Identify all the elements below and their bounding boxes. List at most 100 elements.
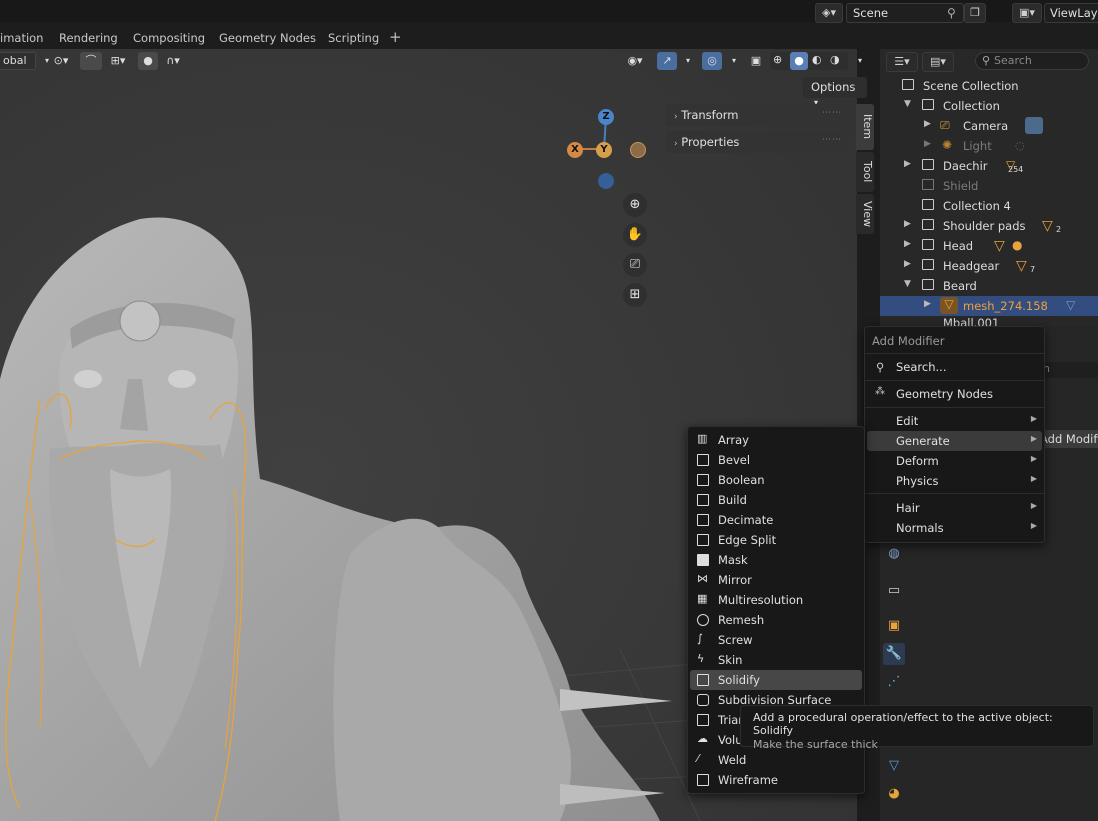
viewlayer-icon[interactable]: ▣▾ — [1012, 3, 1042, 23]
proportional-edit-icon[interactable]: ● — [138, 52, 158, 70]
camera-data-icon[interactable] — [1025, 117, 1043, 134]
options-dropdown[interactable]: Options ▾ — [803, 77, 867, 107]
outliner-row-shoulder-pads[interactable]: ▶ Shoulder pads ▽ 2 — [880, 216, 1098, 236]
particles-icon[interactable]: ⋰ — [883, 671, 905, 693]
chevron-right-icon[interactable]: ▶ — [924, 139, 931, 149]
overlays-icon[interactable]: ◎ — [702, 52, 722, 70]
transform-orientation-select[interactable]: obal — [0, 52, 36, 70]
outliner-row-headgear[interactable]: ▶ Headgear ▽ 7 — [880, 256, 1098, 276]
tab-compositing[interactable]: Compositing — [133, 31, 205, 45]
menu-item-generate[interactable]: Generate ▶ — [867, 431, 1042, 451]
tab-animation[interactable]: imation — [0, 31, 43, 45]
outliner-row-scene-collection[interactable]: Scene Collection — [880, 76, 1098, 96]
falloff-icon[interactable]: ∩▾ — [160, 52, 186, 70]
outliner-row-collection-4[interactable]: Collection 4 — [880, 196, 1098, 216]
outliner-row-head[interactable]: ▶ Head ▽ ● — [880, 236, 1098, 256]
transform-panel[interactable]: › Transform ⋯⋯ — [666, 104, 848, 126]
side-tab-view[interactable]: View — [856, 194, 874, 234]
outliner-row-light[interactable]: ▶ ✺ Light ◌ — [880, 136, 1098, 156]
object-props-icon[interactable]: ▣ — [883, 615, 905, 637]
outliner-row-mesh-274-158[interactable]: ▶ ▽ mesh_274.158 ▽ — [880, 296, 1098, 316]
menu-search[interactable]: ⚲ Search... — [864, 357, 1045, 377]
object-data-icon[interactable]: ▽ — [883, 755, 905, 777]
wireframe-shading-icon[interactable]: ⊕ — [773, 53, 782, 66]
menu-item-edge-split[interactable]: Edge Split — [690, 530, 862, 550]
menu-item-mirror[interactable]: ⋈ Mirror — [690, 570, 862, 590]
overlays-dropdown-icon[interactable]: ▾ — [724, 52, 744, 70]
outliner-row-daechir[interactable]: ▶ Daechir ▽ 254 — [880, 156, 1098, 176]
y-axis-ball[interactable]: Y — [596, 142, 612, 158]
mesh-data-icon[interactable]: ▽ — [1066, 298, 1075, 312]
neg-z-axis-ball[interactable] — [598, 173, 614, 189]
add-workspace-plus-icon[interactable]: + — [389, 28, 402, 46]
z-axis-ball[interactable]: Z — [598, 109, 614, 125]
drag-handle-icon[interactable]: ⋯⋯ — [822, 108, 842, 118]
new-scene-icon[interactable]: ❐ — [964, 3, 986, 23]
menu-item-boolean[interactable]: Boolean — [690, 470, 862, 490]
pivot-point-icon[interactable]: ⊙▾ — [48, 52, 74, 70]
outliner-row-mball[interactable]: Mball.001 — [880, 316, 1098, 326]
perspective-grid-icon[interactable]: ⊞ — [623, 283, 647, 307]
menu-item-bevel[interactable]: Bevel — [690, 450, 862, 470]
menu-item-array[interactable]: ▥ Array — [690, 430, 862, 450]
menu-item-physics[interactable]: Physics ▶ — [864, 471, 1045, 491]
pin-icon[interactable]: ⚲ — [947, 6, 956, 20]
scene-selector-icon[interactable]: ◈▾ — [815, 3, 843, 23]
menu-item-multiresolution[interactable]: ▦ Multiresolution — [690, 590, 862, 610]
snap-target-icon[interactable]: ⊞▾ — [104, 52, 132, 70]
drag-handle-icon[interactable]: ⋯⋯ — [822, 135, 842, 145]
camera-view-icon[interactable]: ⎚ — [623, 253, 647, 277]
add-modifier-button[interactable]: Add Modifier — [1040, 430, 1098, 448]
menu-item-remesh[interactable]: Remesh — [690, 610, 862, 630]
menu-item-mask[interactable]: Mask — [690, 550, 862, 570]
outliner-row-collection[interactable]: ▼ Collection — [880, 96, 1098, 116]
light-data-icon[interactable]: ◌ — [1015, 139, 1025, 152]
properties-panel[interactable]: › Properties ⋯⋯ — [666, 131, 848, 153]
menu-item-decimate[interactable]: Decimate — [690, 510, 862, 530]
rendered-shading-icon[interactable]: ◑ — [830, 53, 840, 66]
chevron-right-icon[interactable]: ▶ — [904, 159, 911, 169]
menu-item-edit[interactable]: Edit ▶ — [864, 411, 1045, 431]
menu-item-build[interactable]: Build — [690, 490, 862, 510]
collection-props-icon[interactable]: ▭ — [883, 580, 905, 602]
menu-item-geometry-nodes[interactable]: ⁂ Geometry Nodes — [864, 384, 1045, 404]
visibility-icon[interactable]: ◉▾ — [620, 52, 650, 70]
menu-item-wireframe[interactable]: Wireframe — [690, 770, 862, 790]
material-props-icon[interactable]: ◕ — [883, 783, 905, 805]
x-axis-ball[interactable]: X — [567, 142, 583, 158]
world-icon[interactable]: ◍ — [883, 543, 905, 565]
snap-icon[interactable]: ⌒ — [80, 52, 102, 70]
side-tab-tool[interactable]: Tool — [856, 152, 874, 192]
shading-dropdown-icon[interactable]: ▾ — [850, 52, 870, 70]
outliner-search-input[interactable]: Search — [975, 52, 1089, 70]
tab-scripting[interactable]: Scripting — [328, 31, 379, 45]
menu-item-deform[interactable]: Deform ▶ — [864, 451, 1045, 471]
chevron-right-icon[interactable]: ▶ — [924, 119, 931, 129]
outliner-row-shield[interactable]: Shield — [880, 176, 1098, 196]
material-shading-icon[interactable]: ◐ — [812, 53, 822, 66]
xray-icon[interactable]: ▣ — [746, 52, 766, 70]
menu-item-normals[interactable]: Normals ▶ — [864, 518, 1045, 538]
modifier-wrench-icon[interactable]: 🔧 — [883, 643, 905, 665]
modifier-search-field[interactable]: h — [1040, 362, 1098, 378]
menu-item-weld[interactable]: ⁄ Weld — [690, 750, 862, 770]
gizmo-toggle-icon[interactable]: ↗ — [657, 52, 677, 70]
solid-shading-icon[interactable]: ● — [790, 52, 808, 70]
menu-item-hair[interactable]: Hair ▶ — [864, 498, 1045, 518]
chevron-down-icon[interactable]: ▼ — [904, 279, 911, 289]
tab-rendering[interactable]: Rendering — [59, 31, 118, 45]
chevron-right-icon[interactable]: ▶ — [904, 219, 911, 229]
menu-item-screw[interactable]: ∫ Screw — [690, 630, 862, 650]
side-tab-item[interactable]: Item — [856, 104, 874, 150]
chevron-down-icon[interactable]: ▼ — [904, 99, 911, 109]
outliner-row-beard[interactable]: ▼ Beard — [880, 276, 1098, 296]
viewlayer-field[interactable]: ViewLayer — [1044, 3, 1098, 23]
gizmo-dropdown-icon[interactable]: ▾ — [678, 52, 698, 70]
pan-hand-icon[interactable]: ✋ — [623, 223, 647, 247]
chevron-right-icon[interactable]: ▶ — [904, 239, 911, 249]
outliner-row-camera[interactable]: ▶ ⎚ Camera — [880, 116, 1098, 136]
neg-y-axis-ball[interactable] — [630, 142, 646, 158]
outliner-editor-type-icon[interactable]: ☰▾ — [886, 52, 918, 72]
menu-item-solidify[interactable]: Solidify — [690, 670, 862, 690]
display-mode-icon[interactable]: ▤▾ — [922, 52, 954, 72]
